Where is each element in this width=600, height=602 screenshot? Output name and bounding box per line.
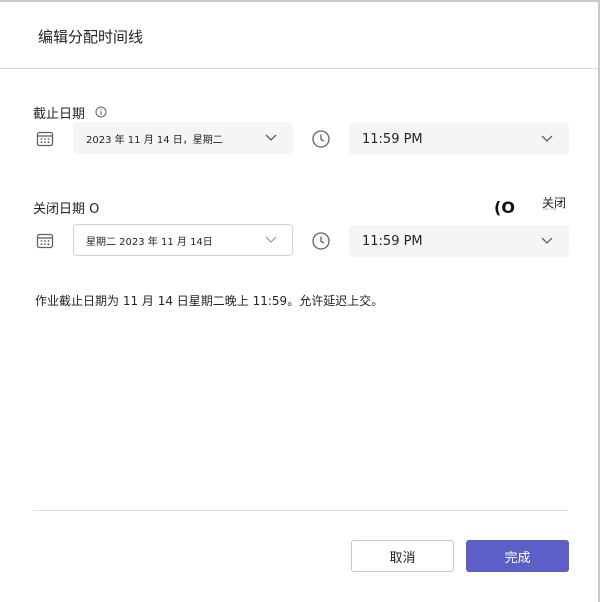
dialog-title: 编辑分配时间线 <box>38 28 144 46</box>
chevron-down-icon <box>541 237 553 244</box>
info-icon[interactable] <box>95 106 107 118</box>
toggle-state-underline: ~~ <box>542 205 558 215</box>
chevron-down-icon <box>265 134 277 141</box>
close-time-picker[interactable]: 11:59 PM <box>349 225 569 257</box>
done-button[interactable]: 完成 <box>466 540 569 572</box>
due-date-value: 2023 年 11 月 14 日，星期二 <box>86 134 223 146</box>
due-time-value: 11:59 PM <box>362 131 423 147</box>
close-date-label: 关闭日期 O <box>33 202 100 217</box>
footer-divider <box>33 510 568 511</box>
due-date-label: 截止日期 <box>33 107 86 122</box>
close-date-toggle[interactable]: (O 关闭 ~~ <box>494 196 574 220</box>
cancel-button[interactable]: 取消 <box>351 540 454 572</box>
due-time-picker[interactable]: 11:59 PM <box>349 123 569 155</box>
header-divider <box>0 68 598 69</box>
chevron-down-icon <box>265 236 277 243</box>
close-date-picker[interactable]: 星期二 2023 年 11 月 14日 <box>73 224 293 256</box>
toggle-switch: (O <box>494 198 515 217</box>
timeline-summary: 作业截止日期为 11 月 14 日星期二晚上 11:59。允许延迟上交。 <box>35 294 384 308</box>
close-time-value: 11:59 PM <box>362 233 423 249</box>
close-date-value: 星期二 2023 年 11 月 14日 <box>86 236 213 248</box>
clock-icon <box>312 232 330 250</box>
due-date-picker[interactable]: 2023 年 11 月 14 日，星期二 <box>73 122 293 154</box>
chevron-down-icon <box>541 135 553 142</box>
calendar-icon <box>36 131 54 147</box>
calendar-icon <box>36 233 54 249</box>
edit-timeline-dialog: 编辑分配时间线 截止日期 2023 年 11 月 14 日，星期二 11:59 … <box>0 0 600 602</box>
clock-icon <box>312 130 330 148</box>
